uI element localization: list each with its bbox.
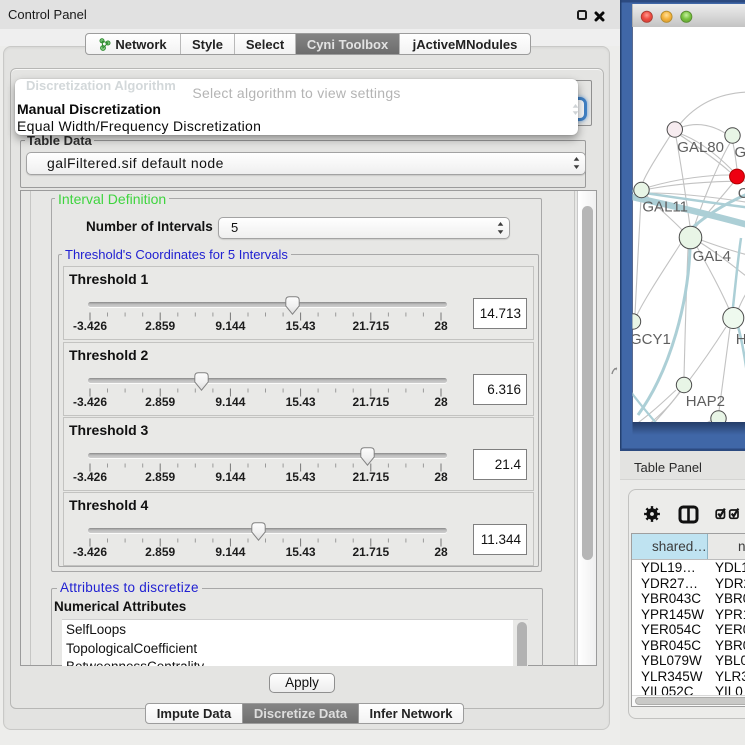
svg-text:G.: G. xyxy=(735,144,745,161)
svg-text:HAP2: HAP2 xyxy=(686,393,725,410)
svg-text:C: C xyxy=(738,185,745,202)
svg-text:GCY1: GCY1 xyxy=(630,331,671,348)
svg-text:GAL11: GAL11 xyxy=(642,199,688,216)
svg-text:H: H xyxy=(736,331,745,348)
svg-text:GAL80: GAL80 xyxy=(677,139,724,156)
svg-text:GAL4: GAL4 xyxy=(693,248,731,265)
